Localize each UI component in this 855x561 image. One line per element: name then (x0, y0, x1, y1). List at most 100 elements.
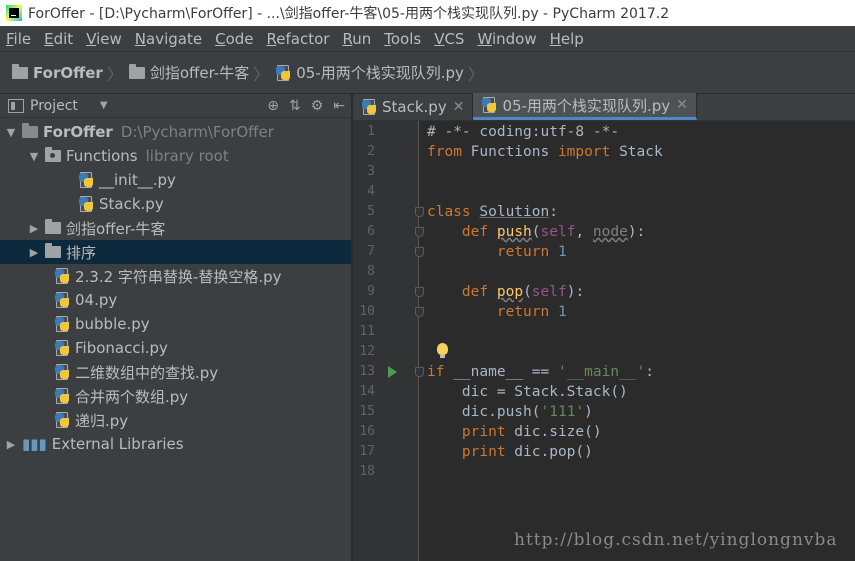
code-line: 17 print dic.pop() (359, 444, 593, 460)
fold-marker-icon[interactable] (415, 247, 424, 257)
code-line: 4 (367, 184, 375, 199)
tree-item-file[interactable]: 合并两个数组.py (0, 384, 351, 408)
python-file-icon (54, 316, 70, 332)
expanded-arrow-icon[interactable]: ▼ (4, 126, 18, 139)
code-line: 2 from Functions import Stack (367, 144, 663, 160)
close-icon[interactable]: ✕ (676, 97, 688, 113)
tab-active-file[interactable]: 05-用两个栈实现队列.py ✕ (473, 93, 697, 120)
folder-icon (22, 123, 38, 138)
code-line: 14 dic = Stack.Stack() (359, 384, 628, 400)
breadcrumb-file[interactable]: 05-用两个栈实现队列.py 〉 (275, 61, 490, 85)
expanded-arrow-icon[interactable]: ▼ (27, 150, 41, 163)
project-tool-window: Project ▼ ⊕ ⇅ ⚙ ⇤ ▼ ForOffer D:\Pycharm\… (0, 94, 352, 561)
python-file-icon (78, 196, 94, 212)
code-line: 18 (359, 464, 375, 479)
fold-marker-icon[interactable] (415, 367, 424, 377)
tree-item-file[interactable]: bubble.py (0, 312, 351, 336)
chevron-down-icon[interactable]: ▼ (100, 100, 108, 111)
editor-tabs: Stack.py ✕ 05-用两个栈实现队列.py ✕ (353, 93, 855, 121)
python-file-icon (54, 340, 70, 356)
lightbulb-icon[interactable] (437, 343, 448, 358)
fold-marker-icon[interactable] (415, 227, 424, 237)
folder-icon (45, 219, 61, 234)
tree-item-file[interactable]: Stack.py (0, 192, 351, 216)
menu-help[interactable]: Help (550, 30, 584, 48)
menu-vcs[interactable]: VCS (434, 30, 464, 48)
fold-marker-icon[interactable] (415, 287, 424, 297)
python-file-icon (54, 364, 70, 380)
tree-item-file[interactable]: 递归.py (0, 408, 351, 432)
code-line: 10 return 1 (359, 304, 567, 320)
python-file-icon (275, 64, 291, 81)
python-file-icon (481, 97, 497, 113)
python-file-icon (361, 98, 377, 115)
project-icon (8, 98, 24, 113)
code-editor[interactable]: 1 # -*- coding:utf-8 -*- 2 from Functions … (353, 122, 855, 482)
tree-item-root[interactable]: ▼ ForOffer D:\Pycharm\ForOffer (0, 120, 351, 144)
code-line: 15 dic.push('111') (359, 404, 593, 420)
code-line: 16 print dic.size() (359, 424, 602, 440)
libraries-icon: ▮▮▮ (22, 435, 47, 453)
fold-marker-icon[interactable] (415, 307, 424, 317)
menu-navigate[interactable]: Navigate (135, 30, 202, 48)
hide-panel-icon[interactable]: ⇤ (333, 98, 345, 114)
library-folder-icon (45, 147, 61, 162)
breadcrumb-project[interactable]: ForOffer 〉 (12, 61, 129, 85)
code-line: 9 def pop(self): (367, 284, 585, 300)
code-line: 3 (367, 164, 375, 179)
tree-item-folder[interactable]: ▶ 剑指offer-牛客 (0, 216, 351, 240)
python-file-icon (78, 172, 94, 188)
breadcrumb: ForOffer 〉 剑指offer-牛客 〉 05-用两个栈实现队列.py 〉 (0, 52, 855, 94)
collapsed-arrow-icon[interactable]: ▶ (27, 222, 41, 235)
menu-refactor[interactable]: Refactor (267, 30, 330, 48)
fold-marker-icon[interactable] (415, 207, 424, 217)
gear-icon[interactable]: ⚙ (311, 98, 324, 114)
breadcrumb-folder[interactable]: 剑指offer-牛客 〉 (128, 61, 275, 85)
chevron-right-icon: 〉 (467, 64, 484, 84)
tree-item-file[interactable]: Fibonacci.py (0, 336, 351, 360)
run-icon[interactable] (388, 366, 397, 378)
menu-run[interactable]: Run (342, 30, 371, 48)
code-line: 8 (367, 264, 375, 279)
tree-item-file[interactable]: 二维数组中的查找.py (0, 360, 351, 384)
menu-view[interactable]: View (86, 30, 122, 48)
code-line: 12 (353, 342, 855, 362)
pycharm-logo-icon (6, 5, 22, 21)
tree-item-external-libraries[interactable]: ▶ ▮▮▮ External Libraries (0, 432, 351, 456)
tree-item-file[interactable]: 04.py (0, 288, 351, 312)
python-file-icon (54, 292, 70, 308)
folder-icon (12, 63, 28, 79)
code-line: 1 # -*- coding:utf-8 -*- (367, 124, 620, 140)
close-icon[interactable]: ✕ (453, 99, 465, 115)
folder-icon (128, 63, 145, 79)
code-line: 13 if __name__ == '__main__': (359, 364, 655, 380)
collapsed-arrow-icon[interactable]: ▶ (4, 438, 18, 451)
locate-icon[interactable]: ⊕ (267, 98, 279, 114)
python-file-icon (54, 412, 70, 428)
code-line: 7 return 1 (367, 244, 567, 260)
python-file-icon (54, 388, 70, 404)
collapsed-arrow-icon[interactable]: ▶ (27, 246, 41, 259)
tab-stack-py[interactable]: Stack.py ✕ (353, 93, 474, 120)
menu-window[interactable]: Window (477, 30, 536, 48)
collapse-all-icon[interactable]: ⇅ (289, 98, 301, 114)
chevron-right-icon: 〉 (253, 64, 270, 84)
menu-file[interactable]: File (6, 30, 31, 48)
chevron-right-icon: 〉 (106, 64, 123, 84)
project-panel-header[interactable]: Project ▼ ⊕ ⇅ ⚙ ⇤ (0, 94, 351, 118)
project-tree: ▼ ForOffer D:\Pycharm\ForOffer ▼ Functio… (0, 118, 351, 456)
menu-code[interactable]: Code (215, 30, 253, 48)
tree-item-functions[interactable]: ▼ Functions library root (0, 144, 351, 168)
title-bar: ForOffer - [D:\Pycharm\ForOffer] - ...\剑… (0, 0, 855, 26)
menu-tools[interactable]: Tools (384, 30, 421, 48)
tree-item-folder[interactable]: ▶ 排序 (0, 240, 351, 264)
tree-item-file[interactable]: __init__.py (0, 168, 351, 192)
code-line: 11 (359, 324, 375, 339)
project-panel-title: Project (30, 97, 78, 114)
panel-toolbar: ⊕ ⇅ ⚙ ⇤ (267, 98, 345, 114)
folder-icon (45, 243, 61, 258)
tree-item-file[interactable]: 2.3.2 字符串替换-替换空格.py (0, 264, 351, 288)
code-line: 5 class Solution: (367, 204, 558, 220)
menu-edit[interactable]: Edit (44, 30, 73, 48)
menu-bar: File Edit View Navigate Code Refactor Ru… (0, 26, 855, 52)
